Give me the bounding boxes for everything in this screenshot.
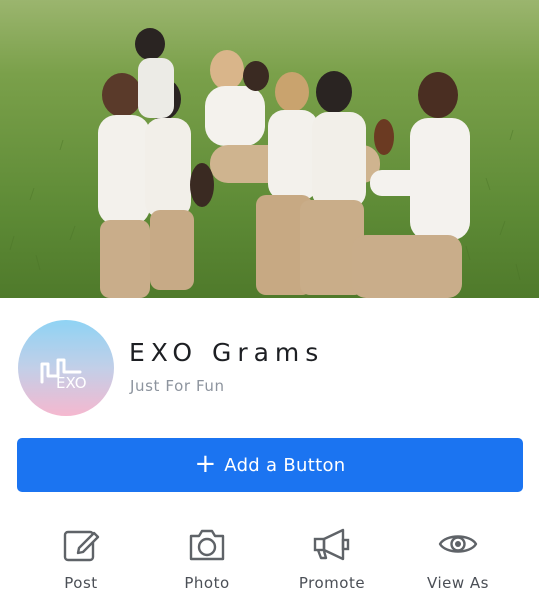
- cover-photo[interactable]: [0, 0, 539, 298]
- add-a-button[interactable]: + Add a Button: [17, 438, 523, 492]
- promote-label: Promote: [298, 574, 366, 592]
- avatar-logo-text: EXO: [56, 374, 87, 392]
- post-label: Post: [64, 574, 98, 592]
- view-as-label: View As: [427, 574, 489, 592]
- profile-avatar[interactable]: EXO: [18, 320, 114, 416]
- page-header: EXO EXO Grams Just For Fun: [0, 298, 539, 438]
- plus-icon: +: [194, 448, 217, 479]
- megaphone-icon: [313, 528, 350, 561]
- page-title: EXO Grams: [129, 338, 325, 367]
- add-button-label: Add a Button: [224, 454, 346, 476]
- promote-action[interactable]: Promote: [272, 520, 392, 600]
- exo-logo-icon: EXO: [40, 358, 87, 392]
- photo-action[interactable]: Photo: [147, 520, 267, 600]
- edit-icon: [63, 530, 100, 562]
- photo-label: Photo: [184, 574, 230, 592]
- post-action[interactable]: Post: [21, 520, 141, 600]
- cover-photo-image: [0, 0, 539, 298]
- view-as-action[interactable]: View As: [398, 520, 518, 600]
- eye-icon: [438, 535, 478, 553]
- page-category: Just For Fun: [130, 377, 225, 395]
- camera-icon: [189, 529, 225, 561]
- action-bar: Post Photo Promote View As: [0, 520, 539, 607]
